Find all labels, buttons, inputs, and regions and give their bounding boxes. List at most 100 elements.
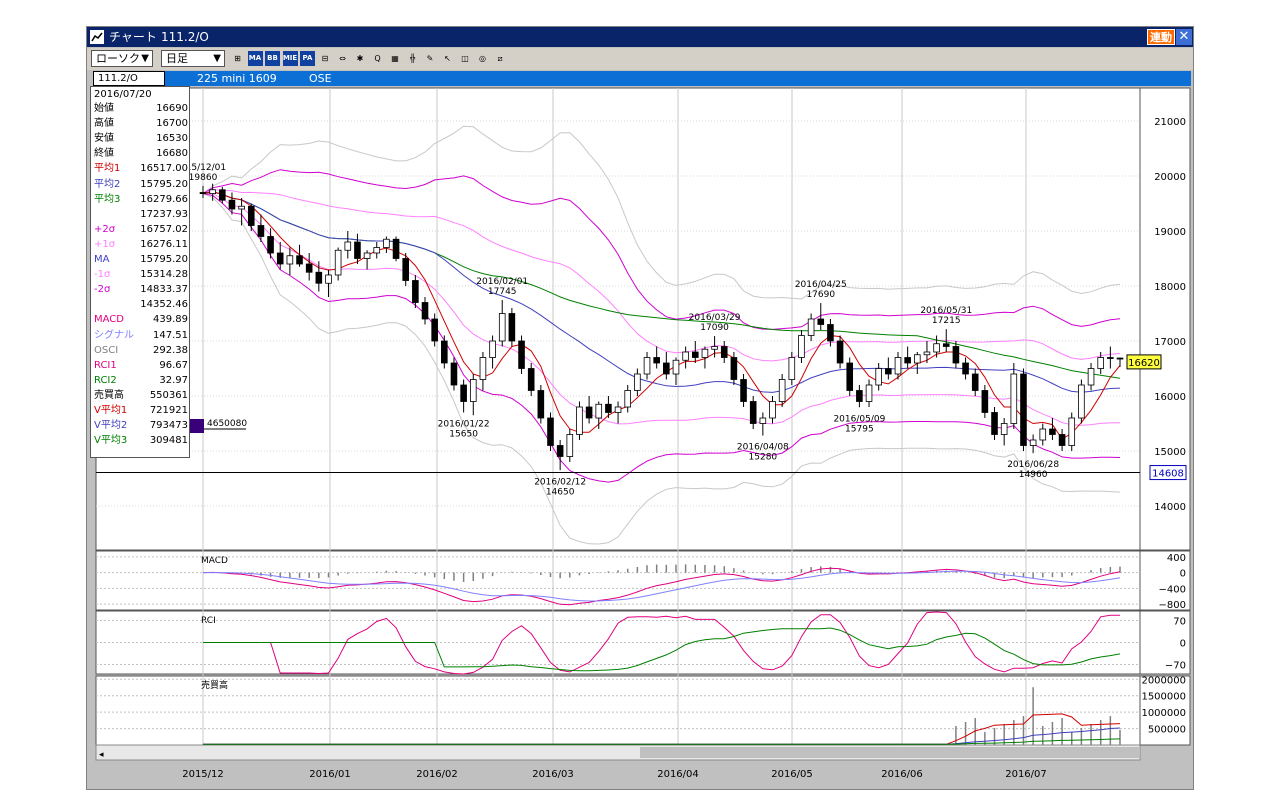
candle-body xyxy=(219,189,226,201)
candle-body xyxy=(759,417,767,424)
candle-body xyxy=(383,238,390,248)
candle-body xyxy=(489,340,496,358)
x-axis-tick-label: 2016/02 xyxy=(416,769,458,780)
data-panel-value: 14352.46 xyxy=(140,299,188,311)
data-panel-row: 平均3 16279.66 xyxy=(94,193,188,207)
candle-body xyxy=(585,406,593,419)
candle-body xyxy=(846,362,854,391)
candle-body xyxy=(498,313,506,342)
high-annotation-value: 17745 xyxy=(488,287,517,297)
candle-body xyxy=(1116,357,1124,360)
x-axis-tick-label: 2016/07 xyxy=(1005,769,1047,780)
rci-axis-label: 70 xyxy=(1173,616,1186,627)
candle-body xyxy=(778,379,786,402)
low-annotation-value: 15650 xyxy=(449,430,478,440)
candle-body xyxy=(209,189,216,194)
data-panel-row: MACD 439.89 xyxy=(94,313,188,327)
candle-body xyxy=(749,401,757,424)
candle-body xyxy=(296,255,303,265)
price-axis-label: 18000 xyxy=(1154,282,1186,293)
candle-body xyxy=(711,346,718,350)
macd-axis-label: −800 xyxy=(1159,600,1186,611)
data-panel-key: 始値 xyxy=(94,103,114,114)
data-panel-value: 15795.20 xyxy=(140,254,188,265)
data-panel-value: 550361 xyxy=(149,389,188,401)
candle-body xyxy=(508,313,516,342)
data-panel-key: -1σ xyxy=(94,269,111,281)
data-panel-value: 793473 xyxy=(149,420,188,432)
data-panel-key: 高値 xyxy=(94,118,114,130)
candle-body xyxy=(1058,434,1066,446)
candle-body xyxy=(913,354,921,364)
candle-body xyxy=(527,368,535,391)
data-panel-row: -2σ 14833.37 xyxy=(94,283,188,297)
data-panel-key: 終値 xyxy=(94,148,114,160)
x-axis-tick-label: 2016/05 xyxy=(771,769,813,780)
x-axis-tick-label: 2016/03 xyxy=(532,769,574,780)
candle-body xyxy=(624,390,632,408)
chart-area[interactable]: ◂▸2015/122016/012016/022016/032016/04201… xyxy=(0,0,1280,811)
candle-body xyxy=(547,417,554,446)
candle-body xyxy=(663,362,670,375)
x-axis-tick-label: 2015/12 xyxy=(182,769,224,780)
candle-body xyxy=(305,263,313,273)
data-panel-row: V平均3 309481 xyxy=(94,434,188,448)
data-panel-value: 721921 xyxy=(149,405,188,416)
data-panel-row: シグナル 147.51 xyxy=(94,329,188,343)
candle-body xyxy=(605,403,612,413)
data-panel-value: 292.38 xyxy=(153,344,188,356)
candle-body xyxy=(904,357,911,364)
high-annotation-value: 17690 xyxy=(806,290,835,300)
candle-body xyxy=(817,318,825,325)
price-axis-label: 14000 xyxy=(1154,502,1186,513)
low-annotation-date: 2016/06/28 xyxy=(1007,460,1059,470)
candle-body xyxy=(1078,384,1085,419)
data-panel-value: 16700 xyxy=(156,118,188,130)
price-axis-label: 21000 xyxy=(1154,117,1186,128)
candle-body xyxy=(1049,428,1056,435)
data-panel-date-row: 2016/07/20 xyxy=(94,88,188,102)
macd-title: MACD xyxy=(201,556,228,566)
price-axis-label: 16000 xyxy=(1154,392,1186,403)
candle-body xyxy=(1087,368,1095,386)
data-panel-row: RCI1 96.67 xyxy=(94,359,188,373)
volume-title: 売買高 xyxy=(201,679,228,691)
candle-body xyxy=(286,255,294,265)
volume-axis-label: 500000 xyxy=(1148,725,1186,736)
candle-body xyxy=(788,357,796,380)
high-annotation-date: 2016/03/29 xyxy=(689,313,741,323)
high-annotation-value: 19860 xyxy=(189,173,218,183)
data-panel-value: 439.89 xyxy=(153,314,188,326)
data-panel-row: V平均1 721921 xyxy=(94,404,188,418)
candle-body xyxy=(875,368,882,386)
candle-body xyxy=(460,384,467,402)
candle-body xyxy=(962,362,969,375)
candle-body xyxy=(691,351,699,358)
data-panel-key: 売買高 xyxy=(94,389,124,401)
data-panel: 2016/07/20 始値 16690 高値 16700 安値 16530 終値 16680 平… xyxy=(90,86,190,458)
candle-body xyxy=(373,247,381,254)
candle-body xyxy=(334,249,342,276)
volume-axis-label: 2000000 xyxy=(1141,675,1186,686)
low-annotation-date: 2016/04/08 xyxy=(737,443,789,453)
data-panel-row: 高値 16700 xyxy=(94,117,188,131)
candle-body xyxy=(344,241,352,251)
candle-body xyxy=(469,379,477,402)
data-panel-value: 309481 xyxy=(149,435,188,447)
candle-body xyxy=(238,205,245,210)
data-panel-key: 平均1 xyxy=(94,163,121,175)
data-panel-value: 96.67 xyxy=(159,359,188,371)
candle-body xyxy=(923,351,931,356)
candle-body xyxy=(682,351,689,361)
low-annotation-value: 14960 xyxy=(1019,470,1048,480)
candle-body xyxy=(836,340,844,364)
data-panel-value: 32.97 xyxy=(159,374,188,386)
data-panel-row: 平均1 16517.00 xyxy=(94,162,188,176)
candle-body xyxy=(228,199,236,210)
data-panel-value: 16690 xyxy=(156,103,188,114)
candle-body xyxy=(1039,428,1047,441)
candle-body xyxy=(672,359,680,375)
price-axis-label: 17000 xyxy=(1154,337,1186,348)
high-annotation-date: 2016/04/25 xyxy=(795,280,847,290)
candle-body xyxy=(1068,417,1076,446)
